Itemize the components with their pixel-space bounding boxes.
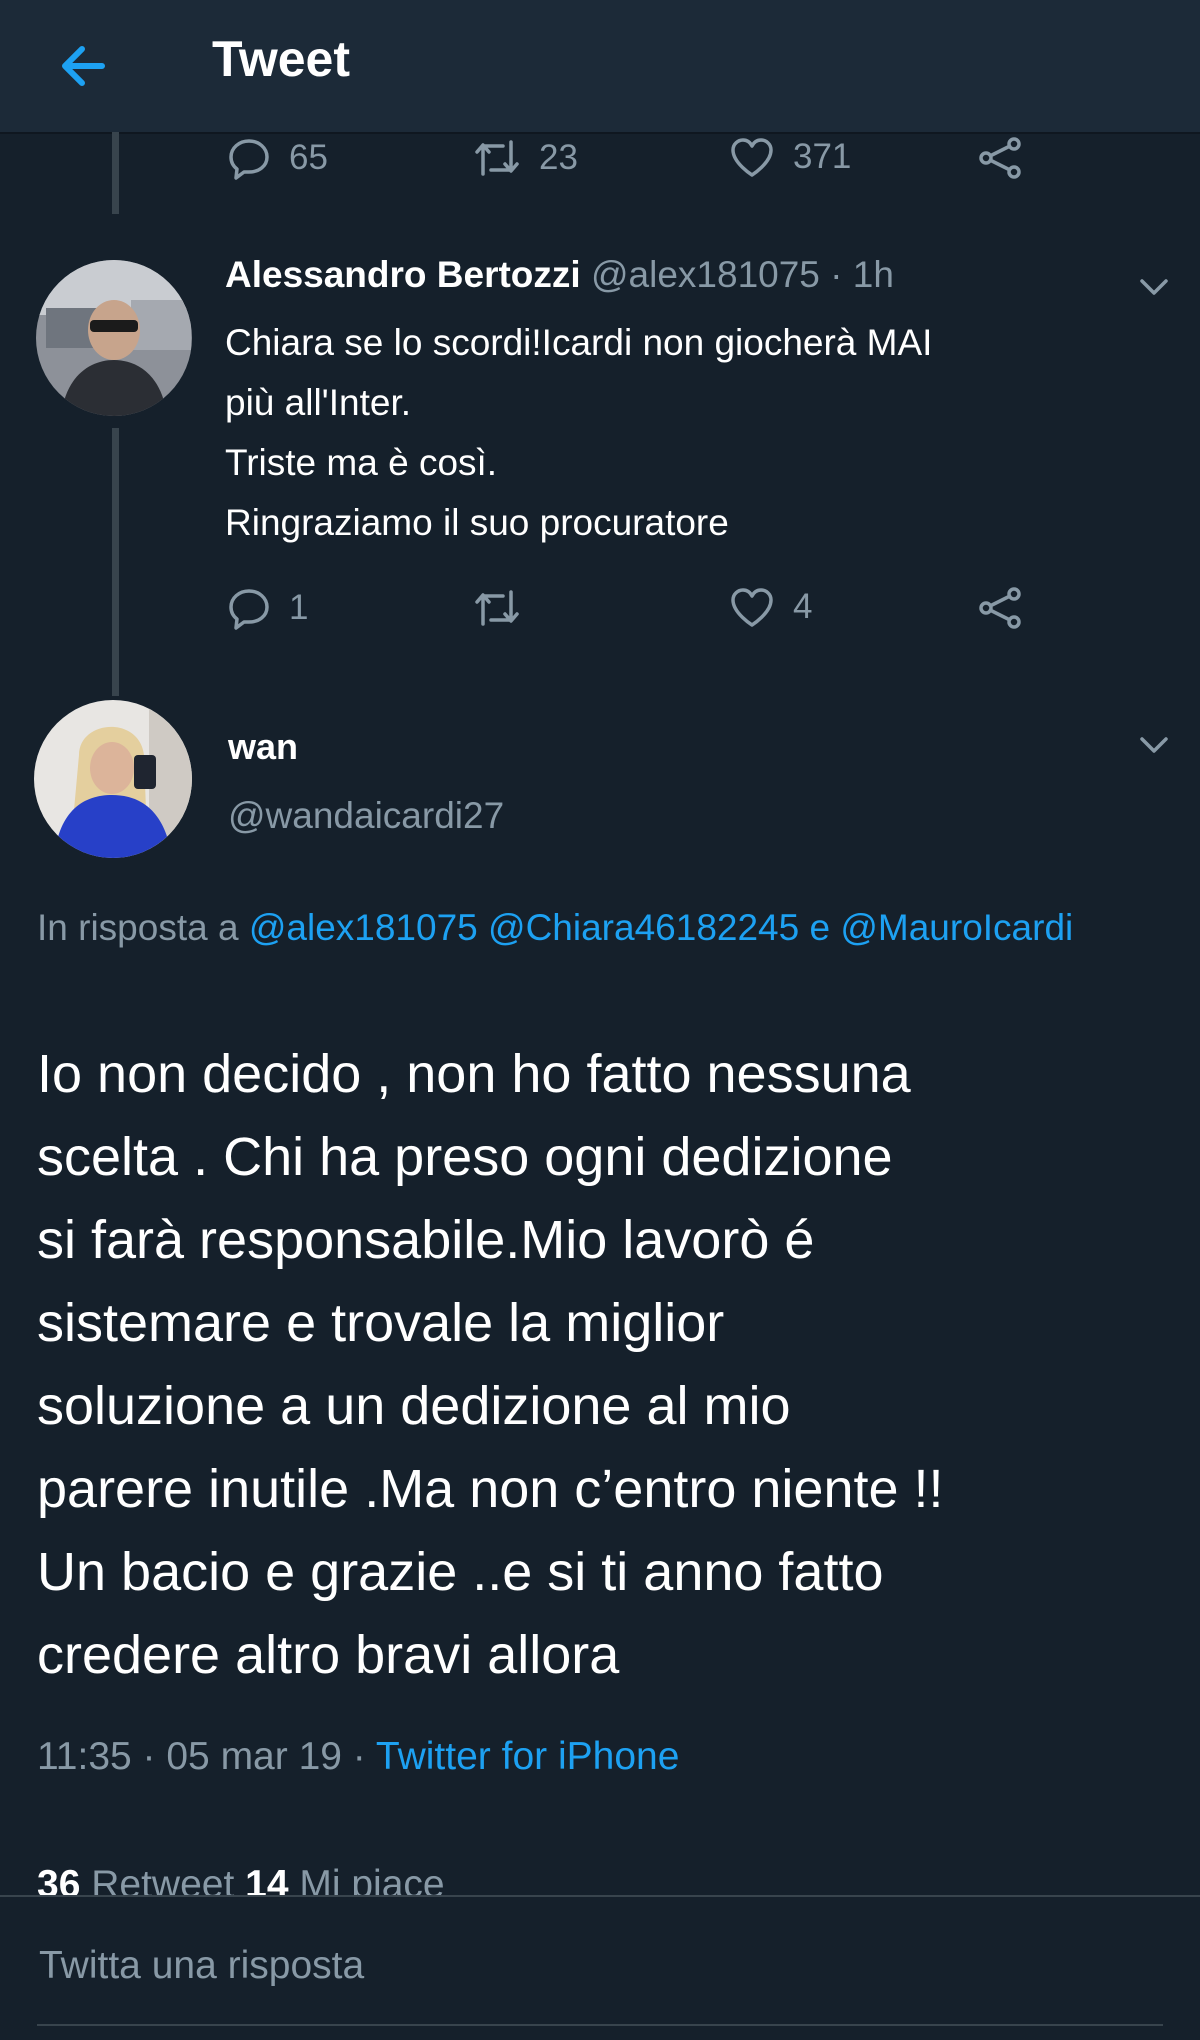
reply-icon (229, 139, 269, 180)
page-title: Tweet (212, 31, 350, 87)
retweet-count: 23 (539, 138, 578, 177)
retweet-button[interactable]: 23 (473, 136, 578, 180)
chevron-down-icon (1140, 279, 1168, 295)
retweet-button[interactable] (473, 586, 539, 630)
composer-underline (37, 2024, 1163, 2026)
heart-icon (731, 588, 773, 627)
arrow-left-icon (62, 46, 105, 86)
profile-photo (34, 700, 192, 858)
heart-icon (731, 138, 773, 177)
reply-input[interactable] (37, 1935, 1161, 1997)
thread-line (112, 428, 119, 696)
avatar[interactable] (34, 700, 192, 858)
author-meta: @alex181075 · 1h (580, 254, 894, 295)
text-line: più all'Inter. (225, 382, 412, 423)
reply-count: 1 (289, 588, 309, 627)
share-icon (979, 587, 1021, 629)
mention-links[interactable]: @alex181075 @Chiara46182245 e @MauroIcar… (249, 907, 1073, 948)
tweet-meta: 11:35 · 05 mar 19 · Twitter for iPhone (37, 1735, 679, 1779)
in-reply-to: In risposta a @alex181075 @Chiara4618224… (37, 898, 1137, 958)
like-button[interactable]: 4 (729, 586, 812, 628)
retweet-icon (475, 590, 519, 626)
back-button[interactable] (52, 36, 112, 96)
like-count: 371 (793, 137, 852, 176)
reply-icon (229, 589, 269, 630)
reply-tweet-actions: 1 4 (0, 586, 1200, 646)
share-icon (979, 137, 1021, 179)
share-button[interactable] (976, 136, 1024, 180)
reply-tweet-text: Chiara se lo scordi!Icardi non giocherà … (225, 313, 1125, 553)
text-line: Triste ma è così. (225, 442, 498, 483)
author-name[interactable]: Alessandro Bertozzi (225, 254, 581, 295)
tweet-timestamp: 11:35 · 05 mar 19 · (37, 1735, 376, 1778)
reply-button[interactable]: 65 (227, 136, 328, 180)
author-name[interactable]: wan (228, 726, 298, 768)
profile-photo (36, 260, 192, 416)
in-reply-prefix: In risposta a (37, 907, 249, 948)
top-bar: Tweet (0, 0, 1200, 134)
reply-count: 65 (289, 138, 328, 177)
avatar[interactable] (36, 260, 192, 416)
reply-composer (0, 1895, 1200, 2040)
share-button[interactable] (976, 586, 1024, 630)
reply-button[interactable]: 1 (227, 586, 308, 630)
reply-author: Alessandro Bertozzi @alex181075 · 1h (225, 254, 894, 296)
like-count: 4 (793, 587, 813, 626)
text-line: Ringraziamo il suo procuratore (225, 502, 729, 543)
chevron-down-icon (1140, 737, 1168, 753)
reply-tweet-menu-button[interactable] (1134, 272, 1174, 302)
tweet-text: Io non decido , non ho fatto nessuna sce… (37, 1044, 944, 1685)
retweet-icon (475, 140, 519, 176)
author-handle[interactable]: @wandaicardi27 (228, 795, 504, 837)
like-button[interactable]: 371 (729, 136, 851, 178)
main-tweet-menu-button[interactable] (1134, 730, 1174, 760)
tweet-source-link[interactable]: Twitter for iPhone (376, 1735, 679, 1778)
text-line: Chiara se lo scordi!Icardi non giocherà … (225, 322, 933, 363)
parent-tweet-actions: 65 23 371 (0, 136, 1200, 196)
